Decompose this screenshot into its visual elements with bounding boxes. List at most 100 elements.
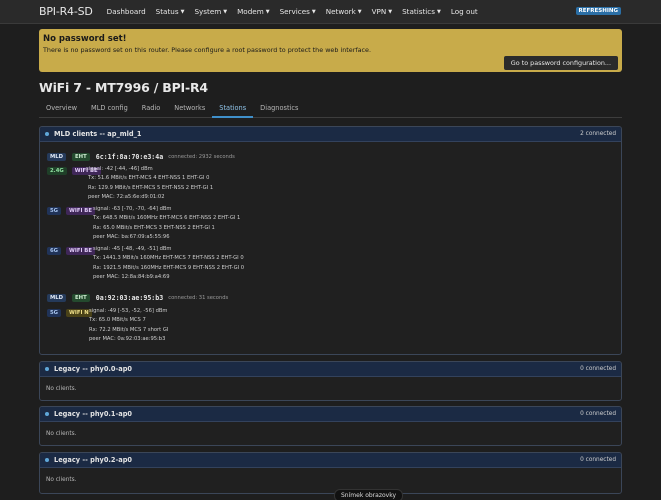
link-signal: signal: -63 [-70, -70, -64] dBm bbox=[93, 206, 172, 212]
password-config-button[interactable]: Go to password configuration... bbox=[503, 56, 618, 70]
menu-services[interactable]: Services ▼ bbox=[280, 7, 316, 16]
panel-header: MLD clients -- ap_mld_1 2 connected bbox=[40, 127, 621, 142]
link-badges: 6G WIFI BE bbox=[47, 247, 95, 255]
link-details: signal: -63 [-70, -70, -64] dBm Tx: 648.… bbox=[93, 205, 240, 243]
link-rx: Rx: 129.9 MBit/s EHT-MCS 5 EHT-NSS 2 EHT… bbox=[88, 184, 214, 191]
menu-system[interactable]: System ▼ bbox=[194, 7, 227, 16]
menu-modem-label: Modem bbox=[237, 7, 264, 16]
connected-count: 0 connected bbox=[580, 411, 616, 417]
link-peer-mac: peer MAC: 0a:92:03:ae:95:b3 bbox=[89, 336, 166, 343]
legacy-panel-phy0-1: Legacy -- phy0.1-ap0 0 connected No clie… bbox=[39, 406, 622, 446]
link-signal: signal: -42 [-44, -46] dBm bbox=[86, 166, 153, 172]
caret-down-icon: ▼ bbox=[311, 8, 316, 15]
tab-bar: Overview MLD config Radio Networks Stati… bbox=[39, 101, 622, 118]
panel-title: Legacy -- phy0.2-ap0 bbox=[54, 456, 133, 464]
connected-count: 0 connected bbox=[580, 457, 616, 463]
menu-vpn[interactable]: VPN ▼ bbox=[372, 7, 393, 16]
menu-vpn-label: VPN bbox=[371, 7, 387, 16]
caret-down-icon: ▼ bbox=[388, 8, 393, 15]
link-badges: 5G WIFI N bbox=[47, 309, 92, 317]
page-title: WiFi 7 - MT7996 / BPI-R4 bbox=[39, 80, 208, 95]
tab-radio[interactable]: Radio bbox=[135, 101, 168, 118]
menu-services-label: Services bbox=[279, 7, 310, 16]
link-signal: signal: -45 [-48, -49, -51] dBm bbox=[93, 246, 172, 252]
brand-logo[interactable]: BPI-R4-SD bbox=[39, 5, 93, 18]
caret-down-icon: ▼ bbox=[223, 8, 228, 15]
menu-statistics-label: Statistics bbox=[402, 7, 435, 16]
menu-dashboard[interactable]: Dashboard bbox=[107, 7, 146, 16]
menu-system-label: System bbox=[194, 7, 222, 16]
main-menu: Dashboard Status ▼ System ▼ Modem ▼ Service… bbox=[107, 7, 488, 16]
menu-logout[interactable]: Log out bbox=[451, 7, 478, 16]
link-details: signal: -45 [-48, -49, -51] dBm Tx: 1441… bbox=[93, 245, 244, 283]
status-dot-icon bbox=[45, 458, 49, 462]
caret-down-icon: ▼ bbox=[265, 8, 270, 15]
client-mac: 0a:92:03:ae:95:b3 bbox=[95, 294, 164, 302]
status-dot-icon bbox=[45, 367, 49, 371]
mode-badge: WIFI BE bbox=[66, 247, 95, 255]
link-details: signal: -49 [-53, -52, -56] dBm Tx: 65.0… bbox=[89, 307, 168, 345]
band-badge: 2.4G bbox=[47, 167, 67, 175]
refreshing-badge[interactable]: REFRESHING bbox=[575, 7, 621, 15]
link-details: signal: -42 [-44, -46] dBm Tx: 51.6 MBit… bbox=[86, 165, 213, 203]
connected-time: connected: 31 seconds bbox=[168, 295, 229, 301]
link-rx: Rx: 65.0 MBit/s EHT-MCS 3 EHT-NSS 2 EHT-… bbox=[93, 224, 215, 231]
panel-title: Legacy -- phy0.0-ap0 bbox=[54, 365, 133, 373]
caret-down-icon: ▼ bbox=[357, 8, 362, 15]
link-tx: Tx: 1441.3 MBit/s 160MHz EHT-MCS 7 EHT-N… bbox=[93, 255, 244, 262]
menu-dashboard-label: Dashboard bbox=[106, 7, 146, 16]
link-peer-mac: peer MAC: 12:8a:84:b9:a4:69 bbox=[93, 274, 170, 281]
mode-badge: WIFI BE bbox=[66, 207, 95, 215]
alert-text: There is no password set on this router.… bbox=[43, 46, 371, 54]
status-dot-icon bbox=[45, 132, 49, 136]
panel-title: Legacy -- phy0.1-ap0 bbox=[54, 410, 133, 418]
mld-badge: MLD bbox=[47, 153, 67, 161]
mld-badge: MLD bbox=[47, 294, 67, 302]
link-rx: Rx: 1921.5 MBit/s 160MHz EHT-MCS 9 EHT-N… bbox=[93, 264, 245, 271]
menu-modem[interactable]: Modem ▼ bbox=[237, 7, 269, 16]
link-peer-mac: peer MAC: ba:67:09:a5:55:96 bbox=[93, 234, 170, 241]
link-rx: Rx: 72.2 MBit/s MCS 7 short GI bbox=[89, 326, 169, 333]
caret-down-icon: ▼ bbox=[180, 8, 185, 15]
mld-clients-panel: MLD clients -- ap_mld_1 2 connected MLD … bbox=[39, 126, 622, 355]
panel-header: Legacy -- phy0.1-ap0 0 connected bbox=[40, 407, 621, 422]
no-clients-text: No clients. bbox=[46, 386, 77, 392]
no-password-alert: No password set! There is no password se… bbox=[39, 29, 622, 72]
connected-count: 2 connected bbox=[580, 131, 616, 137]
link-peer-mac: peer MAC: 72:a5:6e:d9:01:02 bbox=[88, 194, 165, 201]
link-tx: Tx: 51.6 MBit/s EHT-MCS 4 EHT-NSS 1 EHT-… bbox=[88, 175, 210, 182]
status-dot-icon bbox=[45, 412, 49, 416]
band-badge: 6G bbox=[47, 247, 62, 255]
tab-diagnostics[interactable]: Diagnostics bbox=[253, 101, 305, 118]
connected-time: connected: 2932 seconds bbox=[168, 154, 235, 160]
client-row: MLD EHT 6c:1f:8a:70:e3:4a connected: 293… bbox=[47, 153, 235, 161]
connected-count: 0 connected bbox=[580, 366, 616, 372]
no-clients-text: No clients. bbox=[46, 431, 77, 437]
tab-mld-config[interactable]: MLD config bbox=[84, 101, 135, 118]
menu-statistics[interactable]: Statistics ▼ bbox=[402, 7, 441, 16]
legacy-panel-phy0-2: Legacy -- phy0.2-ap0 0 connected No clie… bbox=[39, 452, 622, 494]
client-mac: 6c:1f:8a:70:e3:4a bbox=[95, 153, 164, 161]
panel-header: Legacy -- phy0.2-ap0 0 connected bbox=[40, 453, 621, 468]
tab-networks[interactable]: Networks bbox=[167, 101, 212, 118]
link-signal: signal: -49 [-53, -52, -56] dBm bbox=[89, 308, 168, 314]
no-clients-text: No clients. bbox=[46, 477, 77, 483]
menu-status[interactable]: Status ▼ bbox=[156, 7, 185, 16]
eht-badge: EHT bbox=[72, 294, 90, 302]
tab-overview[interactable]: Overview bbox=[39, 101, 84, 118]
link-badges: 5G WIFI BE bbox=[47, 207, 95, 215]
client-row: MLD EHT 0a:92:03:ae:95:b3 connected: 31 … bbox=[47, 294, 228, 302]
caret-down-icon: ▼ bbox=[436, 8, 441, 15]
panel-title: MLD clients -- ap_mld_1 bbox=[54, 130, 142, 138]
menu-network[interactable]: Network ▼ bbox=[326, 7, 362, 16]
link-tx: Tx: 648.5 MBit/s 160MHz EHT-MCS 6 EHT-NS… bbox=[93, 215, 241, 222]
link-tx: Tx: 65.0 MBit/s MCS 7 bbox=[89, 317, 146, 324]
eht-badge: EHT bbox=[72, 153, 90, 161]
menu-logout-label: Log out bbox=[450, 7, 478, 16]
menu-network-label: Network bbox=[325, 7, 356, 16]
band-badge: 5G bbox=[47, 309, 62, 317]
alert-title: No password set! bbox=[43, 34, 127, 44]
band-badge: 5G bbox=[47, 207, 62, 215]
tab-stations[interactable]: Stations bbox=[212, 101, 254, 118]
screenshot-tooltip: Snímek obrazovky bbox=[334, 489, 404, 500]
